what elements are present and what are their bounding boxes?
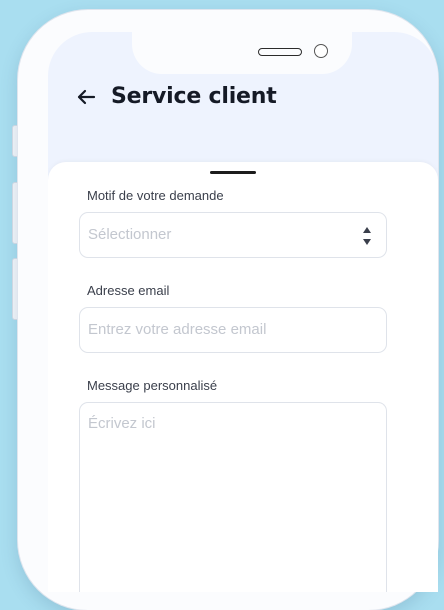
phone-notch bbox=[132, 32, 352, 74]
page-header: Service client bbox=[75, 84, 277, 109]
email-label: Adresse email bbox=[87, 283, 170, 298]
speaker-icon bbox=[258, 48, 302, 56]
select-arrows-icon bbox=[362, 225, 372, 247]
sheet-handle[interactable] bbox=[210, 171, 256, 174]
message-textarea[interactable]: Écrivez ici bbox=[79, 402, 387, 592]
reason-label: Motif de votre demande bbox=[87, 188, 224, 203]
arrow-left-icon[interactable] bbox=[75, 86, 97, 108]
message-textarea-placeholder: Écrivez ici bbox=[88, 415, 156, 432]
reason-select[interactable]: Sélectionner bbox=[79, 212, 387, 258]
camera-icon bbox=[314, 44, 328, 58]
phone-frame: Service client Motif de votre demande Sé… bbox=[18, 10, 438, 610]
phone-screen: Service client Motif de votre demande Sé… bbox=[48, 32, 438, 592]
email-field[interactable]: Entrez votre adresse email bbox=[79, 307, 387, 353]
page-title: Service client bbox=[111, 84, 277, 109]
message-label: Message personnalisé bbox=[87, 378, 218, 393]
reason-select-placeholder: Sélectionner bbox=[88, 226, 172, 243]
email-field-placeholder: Entrez votre adresse email bbox=[88, 321, 267, 338]
form-sheet: Motif de votre demande Sélectionner Adre… bbox=[48, 162, 438, 592]
